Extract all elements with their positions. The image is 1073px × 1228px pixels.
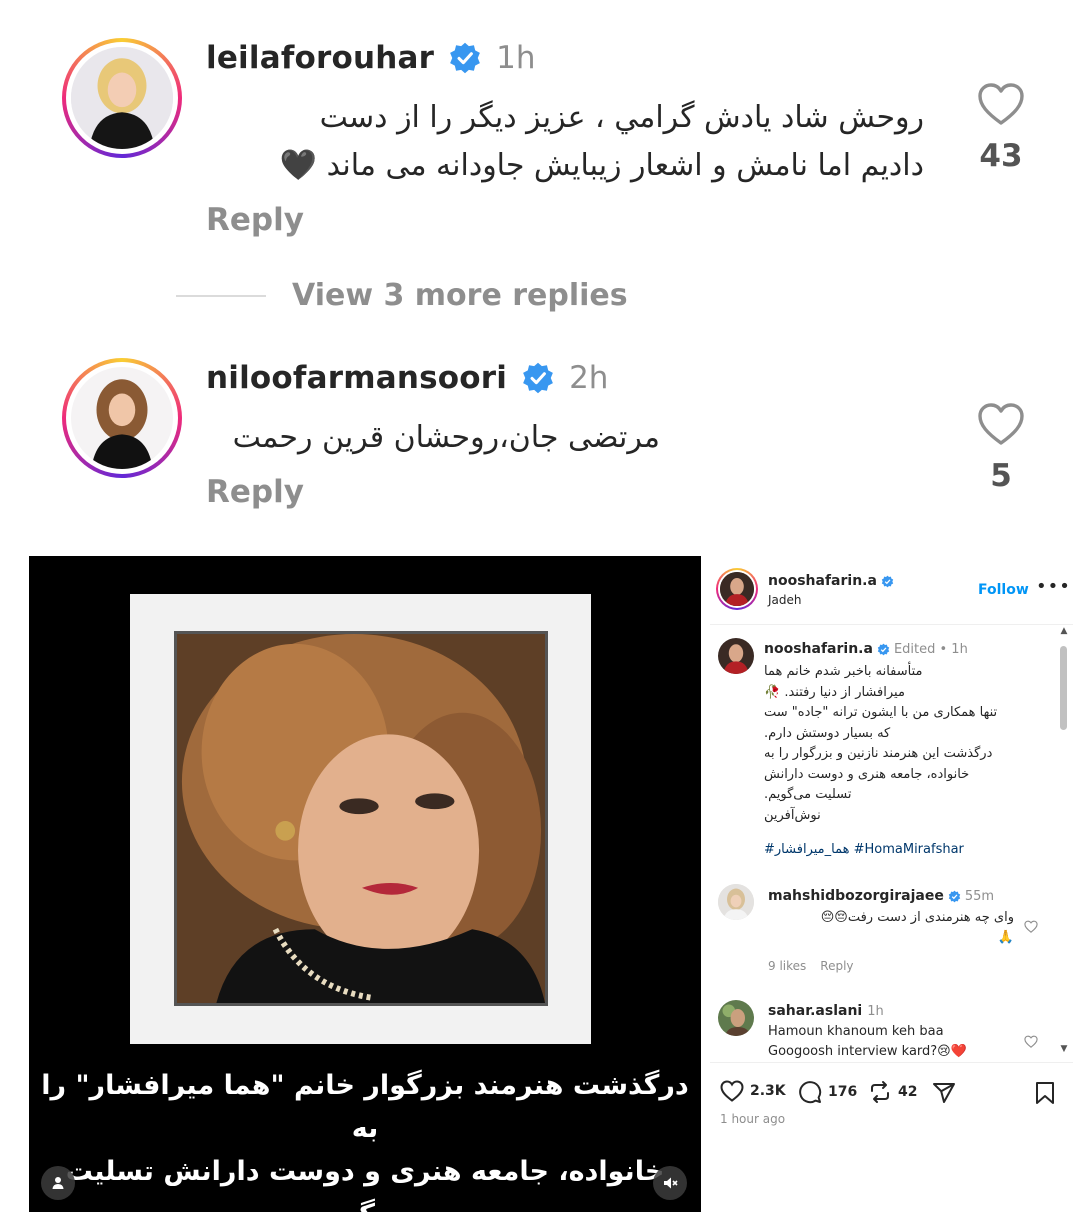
reply-username[interactable]: sahar.aslani <box>768 1003 862 1019</box>
verified-badge-icon <box>450 42 481 74</box>
post-hashtags[interactable]: #هما_میرافشار #HomaMirafshar <box>764 842 964 857</box>
view-more-divider <box>176 294 266 297</box>
reply-text: وای چه هنرمندی از دست رفت😔😔 🙏 <box>820 910 1014 945</box>
post-author[interactable]: nooshafarin.a <box>768 573 894 589</box>
reply-username[interactable]: mahshidbozorgirajaee <box>768 888 944 904</box>
reply-text: Hamoun khanoum keh baa Googoosh intervie… <box>768 1024 967 1059</box>
reply-time: 1h <box>867 1003 884 1019</box>
repost-icon[interactable] <box>868 1080 892 1104</box>
photo-frame <box>130 594 591 1044</box>
reply-avatar[interactable] <box>718 884 754 920</box>
verified-badge-icon <box>948 890 961 902</box>
portrait-image <box>177 634 545 1003</box>
like-count: 5 <box>990 458 1012 494</box>
reply-like-heart-icon[interactable] <box>1024 920 1038 933</box>
reply-likes[interactable]: 9 likes <box>768 959 806 973</box>
reply-time: 55m <box>964 888 995 904</box>
like-heart-icon[interactable] <box>977 82 1025 126</box>
reel-video[interactable]: درگذشت هنرمند بزرگوار خانم "هما میرافشار… <box>29 556 701 1212</box>
follow-button[interactable]: Follow <box>978 582 1029 598</box>
caption-author[interactable]: nooshafarin.a <box>764 641 873 657</box>
post-sidebar: nooshafarin.a Jadeh Follow ••• nooshafar… <box>710 556 1073 1212</box>
share-icon[interactable] <box>932 1081 956 1105</box>
comment-time: 1h <box>496 40 536 76</box>
view-more-replies[interactable]: View 3 more replies <box>176 278 628 313</box>
verified-badge-icon <box>881 575 894 587</box>
avatar-image <box>718 638 754 674</box>
like-count: 43 <box>979 138 1023 174</box>
avatar-image <box>71 367 173 469</box>
reply-author-row: sahar.aslani 1h <box>768 1003 884 1019</box>
repost-total: 42 <box>898 1084 918 1100</box>
person-icon <box>52 1177 64 1189</box>
header-divider <box>710 624 1073 625</box>
avatar[interactable] <box>62 38 182 158</box>
more-options-icon[interactable]: ••• <box>1036 576 1071 597</box>
view-more-label[interactable]: View 3 more replies <box>292 278 628 313</box>
comment-text: روحش شاد یادش گرامي ، عزیز دیگر را از دس… <box>279 100 924 183</box>
posted-time: 1 hour ago <box>720 1112 786 1126</box>
avatar-image <box>720 572 754 606</box>
caption-avatar[interactable] <box>718 638 754 674</box>
scroll-up-icon[interactable]: ▲ <box>1058 626 1070 636</box>
mute-button[interactable] <box>653 1166 687 1200</box>
comment-time: 2h <box>569 360 609 396</box>
user-tags-button[interactable] <box>41 1166 75 1200</box>
reply-button[interactable]: Reply <box>206 474 304 510</box>
reply-author-row: mahshidbozorgirajaee 55m <box>768 888 994 904</box>
reply-like-heart-icon[interactable] <box>1024 1035 1038 1048</box>
like-heart-icon[interactable] <box>977 402 1025 446</box>
avatar-image <box>718 1000 754 1036</box>
scroll-thumb[interactable] <box>1060 646 1067 730</box>
post-caption: متأسفانه باخبر شدم خانم هما میرافشار از … <box>764 664 998 823</box>
avatar[interactable] <box>62 358 182 478</box>
like-action[interactable]: 2.3K <box>720 1080 786 1102</box>
speaker-muted-icon <box>664 1177 678 1189</box>
save-bookmark-icon[interactable] <box>1034 1081 1056 1105</box>
portrait-photo <box>174 631 548 1006</box>
caption-author-row: nooshafarin.a Edited • 1h <box>764 641 968 657</box>
avatar-image <box>718 884 754 920</box>
comment-action[interactable]: 176 <box>798 1080 857 1104</box>
heart-icon[interactable] <box>720 1080 744 1102</box>
comment-username[interactable]: niloofarmansoori <box>206 360 507 396</box>
reply-avatar[interactable] <box>718 1000 754 1036</box>
repost-action[interactable]: 42 <box>868 1080 917 1104</box>
video-caption: درگذشت هنرمند بزرگوار خانم "هما میرافشار… <box>41 1070 689 1212</box>
post-actions: 2.3K 176 42 <box>720 1076 1065 1108</box>
avatar-image <box>71 47 173 149</box>
audio-label[interactable]: Jadeh <box>768 593 802 607</box>
author-avatar[interactable] <box>716 568 758 610</box>
reply-meta: 9 likes Reply <box>768 959 868 973</box>
post-author-name[interactable]: nooshafarin.a <box>768 573 877 589</box>
comment-total: 176 <box>828 1084 858 1100</box>
reply-button[interactable]: Reply <box>820 959 853 973</box>
comment-username[interactable]: leilaforouhar <box>206 40 434 76</box>
like-total: 2.3K <box>750 1083 786 1099</box>
reply-button[interactable]: Reply <box>206 202 304 238</box>
caption-meta: Edited • 1h <box>893 641 968 657</box>
scroll-down-icon[interactable]: ▼ <box>1058 1044 1070 1054</box>
verified-badge-icon <box>523 362 553 394</box>
verified-badge-icon <box>877 643 890 655</box>
comment-bubble-icon[interactable] <box>798 1080 822 1104</box>
actions-divider <box>710 1062 1073 1063</box>
comments-scrollbar[interactable]: ▲ ▼ <box>1058 626 1070 1058</box>
comment-text: مرتضی جان،روحشان قرین رحمت <box>232 420 660 455</box>
